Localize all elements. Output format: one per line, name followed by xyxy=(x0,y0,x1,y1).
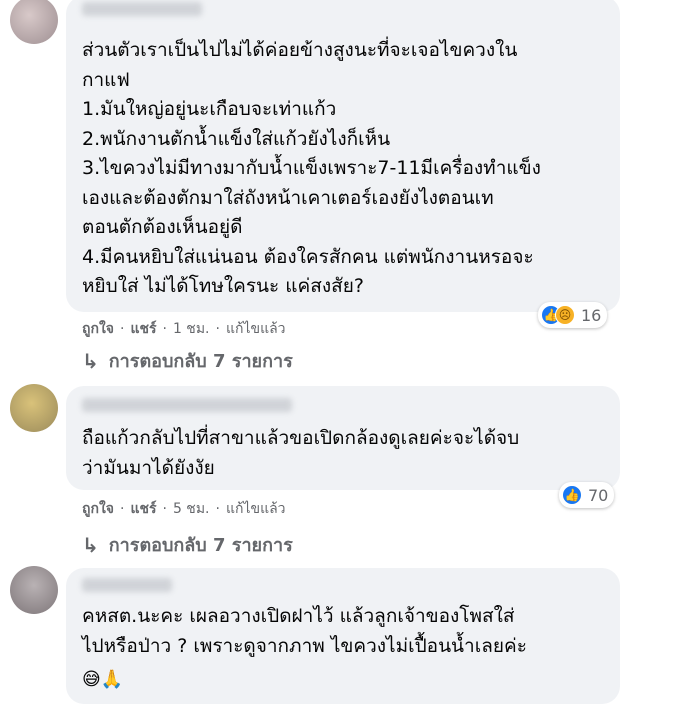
comment-text-line: ตอนตักต้องเห็นอยู่ดี xyxy=(82,216,243,238)
comment-bubble: คหสต.นะคะ เผลอวางเปิดฝาไว้ แล้วลูกเจ้าขอ… xyxy=(66,568,620,704)
avatar[interactable] xyxy=(10,384,58,432)
timestamp[interactable]: 1 ชม. xyxy=(173,318,210,340)
comment-text-line: 1.มันใหญ่อยู่นะเกือบจะเท่าแก้ว xyxy=(82,98,337,120)
comment-actions: ถูกใจ · แชร์ · 5 ชม. · แก้ไขแล้ว xyxy=(82,498,286,520)
reaction-count: 16 xyxy=(581,305,602,325)
edited-label: แก้ไขแล้ว xyxy=(225,321,286,337)
comment-bubble: ส่วนตัวเราเป็นไปไม่ได้ค่อยข้างสูงนะที่จะ… xyxy=(66,0,620,312)
separator: · xyxy=(120,501,125,517)
comment-text-line: ไปหรือป่าว ? เพราะดูจากภาพ ไขควงไม่เปื้อ… xyxy=(82,634,527,657)
sad-reaction-icon: ☹ xyxy=(555,305,575,325)
avatar[interactable] xyxy=(10,566,58,614)
comment-text-line: คหสต.นะคะ เผลอวางเปิดฝาไว้ แล้วลูกเจ้าขอ… xyxy=(82,605,515,627)
comment-text-line: ว่ามันมาได้ยังงัย xyxy=(82,456,215,479)
separator: · xyxy=(215,501,220,517)
comment-text-line: 3.ไขควงไม่มีทางมากับน้ำแข็งเพราะ7-11มีเค… xyxy=(82,157,541,179)
comment-bubble: ถือแก้วกลับไปที่สาขาแล้วขอเปิดกล้องดูเลย… xyxy=(66,386,620,490)
replies-label: การตอบกลับ 7 รายการ xyxy=(108,351,293,372)
comment-author[interactable] xyxy=(82,398,292,412)
share-link[interactable]: แชร์ xyxy=(130,318,156,340)
comment-text-line: ถือแก้วกลับไปที่สาขาแล้วขอเปิดกล้องดูเลย… xyxy=(82,427,520,449)
like-link[interactable]: ถูกใจ xyxy=(82,318,114,340)
reaction-summary[interactable]: 👍 ☹ 16 xyxy=(538,302,608,328)
comment-emoji: 😅🙏 xyxy=(82,669,124,690)
comment-author[interactable] xyxy=(82,2,202,16)
edited-label: แก้ไขแล้ว xyxy=(225,501,286,517)
comment-text-line: หยิบใส่ ไม่ได้โทษใครนะ แค่สงสัย? xyxy=(82,275,364,297)
view-replies-link[interactable]: ↳ การตอบกลับ 7 รายการ xyxy=(82,346,293,375)
reply-arrow-icon: ↳ xyxy=(82,532,99,557)
like-reaction-icon: 👍 xyxy=(562,485,582,505)
replies-label: การตอบกลับ 7 รายการ xyxy=(108,535,293,556)
view-replies-link[interactable]: ↳ การตอบกลับ 7 รายการ xyxy=(82,530,293,559)
reaction-count: 70 xyxy=(588,485,609,505)
comment-text-line: 4.มีคนหยิบใส่แน่นอน ต้องใครสักคน แต่พนัก… xyxy=(82,245,534,268)
reaction-summary[interactable]: 👍 70 xyxy=(559,482,615,508)
reply-arrow-icon: ↳ xyxy=(82,348,99,373)
comment-text-line: 2.พนักงานตักน้ำแข็งใส่แก้วยังไงก็เห็น xyxy=(82,127,391,150)
comment-text-line: ส่วนตัวเราเป็นไปไม่ได้ค่อยข้างสูงนะที่จะ… xyxy=(82,39,518,61)
separator: · xyxy=(162,501,167,517)
comment-text-line: เองและต้องตักมาใส่ถังหน้าเคาเตอร์เองยังไ… xyxy=(82,186,494,209)
timestamp[interactable]: 5 ชม. xyxy=(173,498,210,520)
separator: · xyxy=(215,321,220,337)
comment-actions: ถูกใจ · แชร์ · 1 ชม. · แก้ไขแล้ว xyxy=(82,318,286,340)
separator: · xyxy=(162,321,167,337)
avatar[interactable] xyxy=(10,0,58,44)
comment-text-line: กาแฟ xyxy=(82,68,130,91)
share-link[interactable]: แชร์ xyxy=(130,498,156,520)
comment-author[interactable] xyxy=(82,578,172,592)
separator: · xyxy=(120,321,125,337)
like-link[interactable]: ถูกใจ xyxy=(82,498,114,520)
